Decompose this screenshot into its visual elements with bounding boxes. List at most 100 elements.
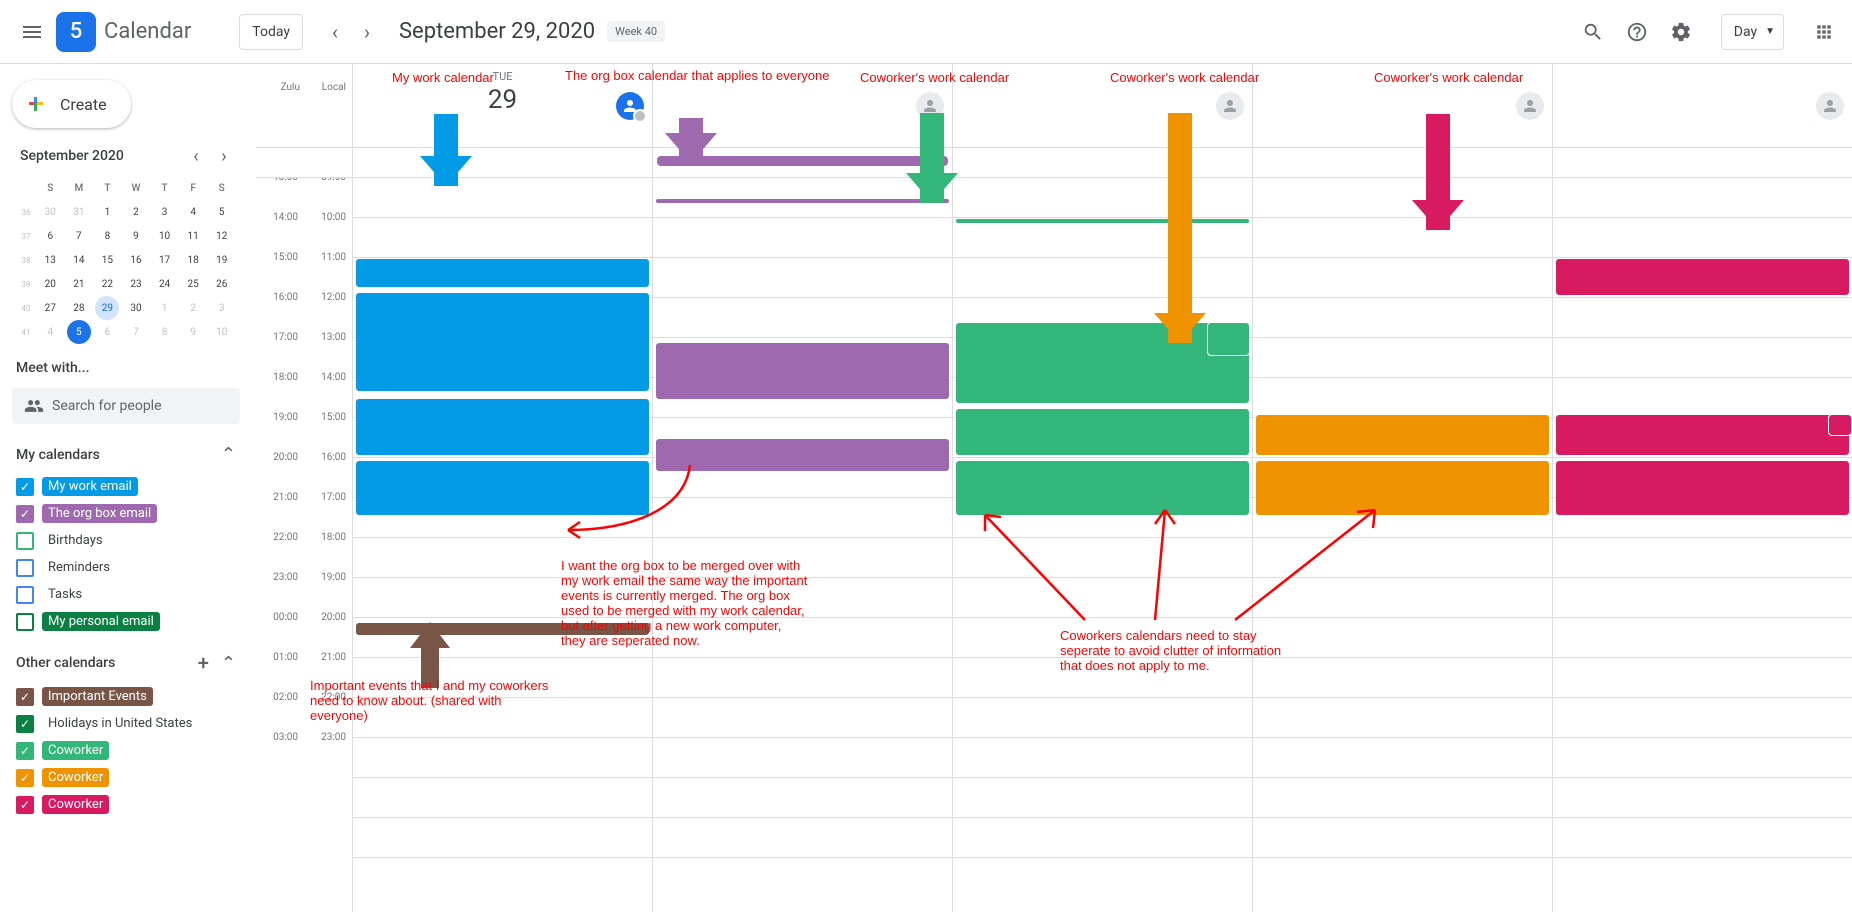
event-block[interactable] xyxy=(955,408,1250,456)
event-block[interactable] xyxy=(1555,460,1850,516)
mini-day[interactable]: 5 xyxy=(67,320,91,344)
mini-day[interactable]: 21 xyxy=(67,272,91,296)
view-selector[interactable]: Day▼ xyxy=(1721,14,1784,50)
mini-day[interactable]: 24 xyxy=(153,272,177,296)
my-calendars-header[interactable]: My calendars ⌃ xyxy=(8,428,244,473)
mini-day[interactable]: 23 xyxy=(124,272,148,296)
apps-icon[interactable] xyxy=(1804,12,1844,52)
checkbox[interactable] xyxy=(16,613,34,631)
mini-day[interactable]: 6 xyxy=(95,320,119,344)
other-calendars-header[interactable]: Other calendars + ⌃ xyxy=(8,635,244,683)
avatar-icon[interactable] xyxy=(1816,92,1844,120)
checkbox[interactable] xyxy=(16,478,34,496)
search-people-input[interactable]: Search for people xyxy=(12,388,240,424)
event-block[interactable] xyxy=(655,342,950,400)
mini-day[interactable]: 12 xyxy=(210,224,234,248)
mini-next-icon[interactable]: › xyxy=(212,144,236,168)
allday-cell[interactable] xyxy=(1552,148,1852,177)
create-button[interactable]: Create xyxy=(12,80,131,128)
calendar-item[interactable]: Coworker xyxy=(12,764,240,791)
event-block[interactable] xyxy=(655,438,950,472)
mini-day[interactable]: 10 xyxy=(210,320,234,344)
event-block[interactable] xyxy=(355,622,650,636)
mini-day[interactable]: 7 xyxy=(67,224,91,248)
checkbox[interactable] xyxy=(16,715,34,733)
mini-day[interactable]: 3 xyxy=(153,200,177,224)
mini-day[interactable]: 25 xyxy=(181,272,205,296)
avatar-icon[interactable] xyxy=(1516,92,1544,120)
checkbox[interactable] xyxy=(16,769,34,787)
checkbox[interactable] xyxy=(16,559,34,577)
allday-cell[interactable] xyxy=(352,148,652,177)
event-block[interactable] xyxy=(1828,414,1852,436)
add-calendar-icon[interactable]: + xyxy=(198,651,209,675)
checkbox[interactable] xyxy=(16,532,34,550)
gear-icon[interactable] xyxy=(1661,12,1701,52)
event-column[interactable] xyxy=(1252,178,1552,912)
mini-day[interactable]: 9 xyxy=(181,320,205,344)
event-block[interactable] xyxy=(355,398,650,456)
mini-day[interactable]: 15 xyxy=(95,248,119,272)
allday-cell[interactable] xyxy=(1252,148,1552,177)
checkbox[interactable] xyxy=(16,796,34,814)
mini-day[interactable]: 5 xyxy=(210,200,234,224)
mini-day[interactable]: 8 xyxy=(95,224,119,248)
mini-day[interactable]: 27 xyxy=(38,296,62,320)
help-icon[interactable] xyxy=(1617,12,1657,52)
calendar-item[interactable]: Reminders xyxy=(12,554,240,581)
checkbox[interactable] xyxy=(16,586,34,604)
today-button[interactable]: Today xyxy=(239,14,303,50)
calendar-item[interactable]: My personal email xyxy=(12,608,240,635)
mini-day[interactable]: 19 xyxy=(210,248,234,272)
event-block[interactable] xyxy=(955,218,1250,224)
event-block[interactable] xyxy=(355,460,650,516)
event-block[interactable] xyxy=(503,338,648,372)
mini-day[interactable]: 11 xyxy=(181,224,205,248)
checkbox[interactable] xyxy=(16,505,34,523)
mini-day[interactable]: 3 xyxy=(210,296,234,320)
checkbox[interactable] xyxy=(16,742,34,760)
event-block[interactable] xyxy=(1555,414,1850,456)
mini-day[interactable]: 13 xyxy=(38,248,62,272)
mini-day[interactable]: 4 xyxy=(181,200,205,224)
mini-day[interactable]: 6 xyxy=(38,224,62,248)
event-block[interactable] xyxy=(1255,414,1550,456)
avatar-icon[interactable] xyxy=(1216,92,1244,120)
mini-day[interactable]: 22 xyxy=(95,272,119,296)
event-block[interactable] xyxy=(355,258,650,288)
mini-prev-icon[interactable]: ‹ xyxy=(184,144,208,168)
mini-day[interactable]: 9 xyxy=(124,224,148,248)
calendar-item[interactable]: Birthdays xyxy=(12,527,240,554)
prev-day-button[interactable]: ‹ xyxy=(319,16,351,48)
event-block[interactable] xyxy=(1255,460,1550,516)
mini-day[interactable]: 29 xyxy=(95,296,119,320)
mini-day[interactable]: 10 xyxy=(153,224,177,248)
event-block[interactable] xyxy=(1555,258,1850,296)
event-block[interactable] xyxy=(955,460,1250,516)
calendar-item[interactable]: My work email xyxy=(12,473,240,500)
event-column[interactable] xyxy=(952,178,1252,912)
mini-day[interactable]: 17 xyxy=(153,248,177,272)
mini-day[interactable]: 30 xyxy=(38,200,62,224)
mini-day[interactable]: 14 xyxy=(67,248,91,272)
calendar-item[interactable]: Coworker xyxy=(12,737,240,764)
mini-day[interactable]: 18 xyxy=(181,248,205,272)
mini-day[interactable]: 20 xyxy=(38,272,62,296)
calendar-item[interactable]: Important Events xyxy=(12,683,240,710)
event-column[interactable] xyxy=(1552,178,1852,912)
mini-day[interactable]: 16 xyxy=(124,248,148,272)
calendar-item[interactable]: Holidays in United States xyxy=(12,710,240,737)
mini-day[interactable]: 4 xyxy=(38,320,62,344)
mini-day[interactable]: 2 xyxy=(181,296,205,320)
mini-day[interactable]: 26 xyxy=(210,272,234,296)
allday-cell[interactable] xyxy=(952,148,1252,177)
avatar-icon[interactable] xyxy=(616,92,644,120)
event-column[interactable] xyxy=(652,178,952,912)
mini-day[interactable]: 1 xyxy=(95,200,119,224)
calendar-item[interactable]: The org box email xyxy=(12,500,240,527)
mini-day[interactable]: 31 xyxy=(67,200,91,224)
calendar-item[interactable]: Tasks xyxy=(12,581,240,608)
event-block[interactable] xyxy=(1207,322,1250,356)
mini-day[interactable]: 28 xyxy=(67,296,91,320)
search-icon[interactable] xyxy=(1573,12,1613,52)
